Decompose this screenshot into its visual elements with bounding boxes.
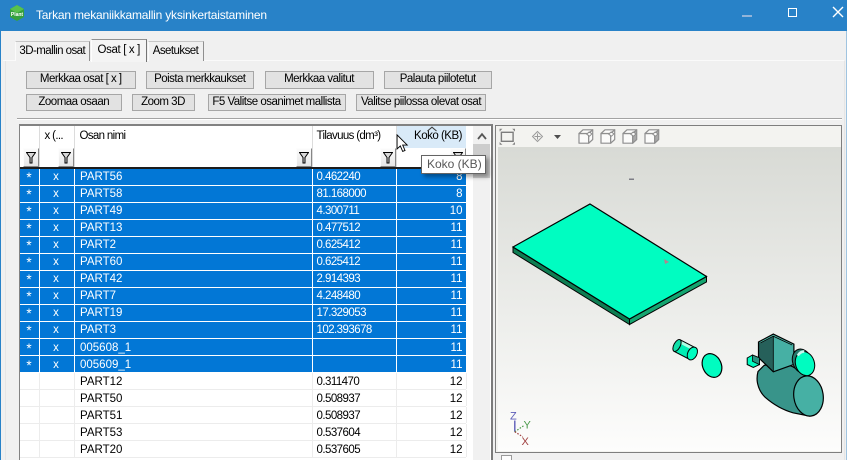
svg-text:Plant: Plant [11,12,24,18]
svg-text:X: X [522,436,530,448]
svg-text:Y: Y [524,420,532,432]
svg-text:Z: Z [510,411,517,423]
